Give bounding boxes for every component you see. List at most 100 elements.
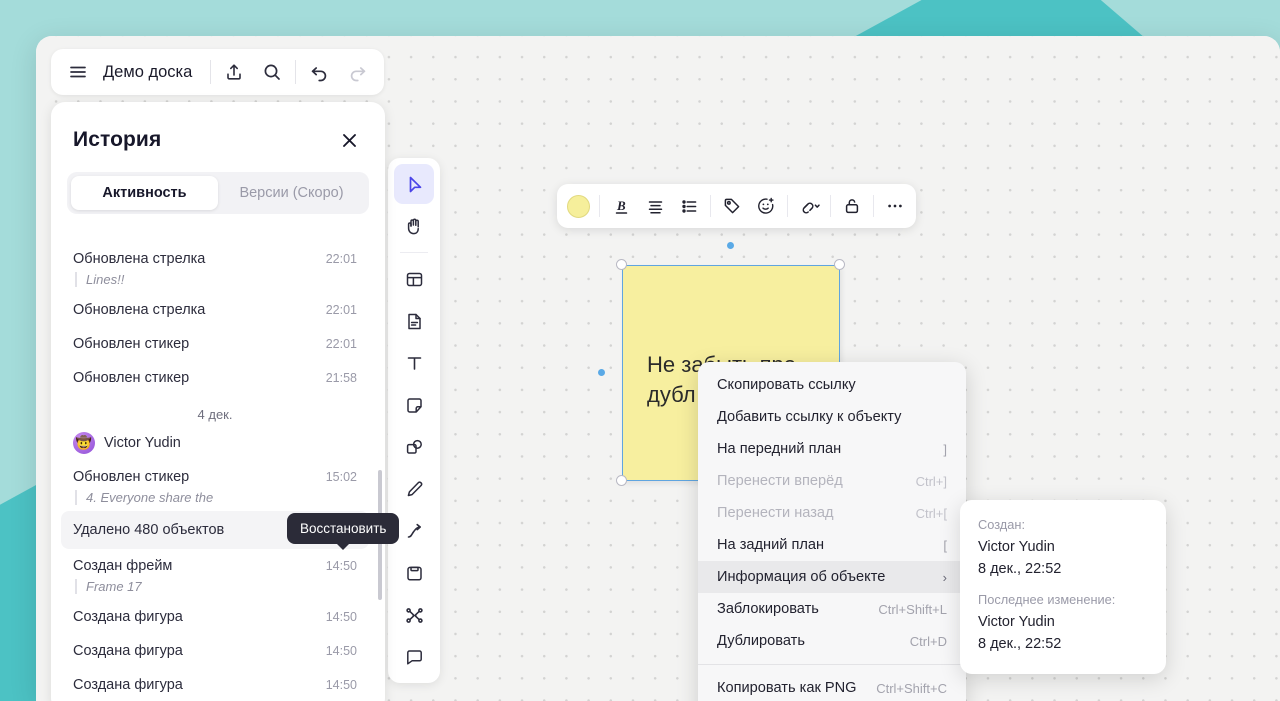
more-options-button[interactable]: [878, 189, 912, 223]
context-menu-item-label: Скопировать ссылку: [717, 377, 856, 393]
context-menu-item-duplicate[interactable]: Дублировать Ctrl+D: [698, 625, 966, 657]
format-divider-2: [710, 195, 711, 217]
history-user-group: 🤠 Victor Yudin: [51, 428, 379, 460]
redo-arrow-icon: [338, 53, 376, 91]
list-item[interactable]: Обновлен стикер 22:01: [61, 327, 369, 361]
undo-arrow-icon[interactable]: [300, 53, 338, 91]
selection-handle-top-right[interactable]: [834, 259, 845, 270]
context-menu-item-shortcut: Ctrl+D: [909, 633, 947, 649]
list-item[interactable]: Обновлена стрелка 22:01: [61, 242, 369, 276]
list-item-time: 14:50: [325, 559, 357, 573]
list-item[interactable]: Обновлена стрелка 22:01: [61, 293, 369, 327]
created-author: Victor Yudin: [978, 539, 1055, 555]
list-item[interactable]: Создана фигура 14:50: [61, 600, 369, 634]
context-menu-item-shortcut: Ctrl+Shift+L: [878, 601, 947, 617]
hamburger-menu-icon[interactable]: [59, 53, 97, 91]
list-item-label: Обновлен стикер: [73, 370, 190, 386]
sticky-note-tool-icon[interactable]: [394, 385, 434, 425]
context-menu-item-shortcut: Ctrl+[: [915, 505, 947, 521]
comment-tool-icon[interactable]: [394, 637, 434, 677]
list-item-label: Создана фигура: [73, 643, 183, 659]
link-button[interactable]: [792, 189, 826, 223]
list-item-label: Создана фигура: [73, 677, 183, 693]
format-divider-4: [830, 195, 831, 217]
context-menu-item-lock[interactable]: Заблокировать Ctrl+Shift+L: [698, 593, 966, 625]
color-swatch-button[interactable]: [561, 189, 595, 223]
pen-draw-tool-icon[interactable]: [394, 469, 434, 509]
history-title: История: [73, 128, 162, 151]
context-menu-item-label: Дублировать: [717, 633, 805, 649]
history-tabs: Активность Версии (Скоро): [67, 172, 369, 214]
tag-label-button[interactable]: [715, 189, 749, 223]
format-divider-1: [599, 195, 600, 217]
created-label: Создан:: [978, 517, 1026, 532]
context-menu-item-copy-link[interactable]: Скопировать ссылку: [698, 369, 966, 401]
list-item-label: Удалено 480 объектов: [73, 522, 225, 538]
bullet-list-button[interactable]: [672, 189, 706, 223]
mindmap-tool-icon[interactable]: [394, 595, 434, 635]
upload-share-icon[interactable]: [215, 53, 253, 91]
modified-author: Victor Yudin: [978, 613, 1055, 630]
tab-activity[interactable]: Активность: [71, 176, 218, 210]
context-menu-item-send-to-back[interactable]: На задний план [: [698, 529, 966, 561]
context-menu-item-label: На задний план: [717, 537, 825, 553]
bold-text-button[interactable]: B: [604, 189, 638, 223]
selection-handle-top-left[interactable]: [616, 259, 627, 270]
list-item-time: 14:50: [325, 610, 357, 624]
context-menu-item-label: Информация об объекте: [717, 569, 886, 585]
modified-label: Последнее изменение:: [978, 591, 1116, 607]
list-item[interactable]: Обновлен стикер 15:02: [61, 460, 369, 494]
tool-divider: [400, 252, 428, 253]
list-item[interactable]: Создана фигура 14:50: [61, 634, 369, 668]
context-menu-item-label: Перенести назад: [717, 505, 834, 521]
context-menu-item-shortcut: ]: [943, 441, 947, 457]
board-title[interactable]: Демо доска: [97, 63, 206, 82]
list-item-time: 14:50: [325, 678, 357, 692]
list-item[interactable]: Обновлен стикер 21:58: [61, 361, 369, 395]
tab-versions[interactable]: Версии (Скоро): [218, 176, 365, 210]
cursor-select-tool-icon[interactable]: [394, 164, 434, 204]
object-info-popover: Создан: Victor Yudin 8 дек., 22:52 После…: [960, 500, 1166, 674]
context-menu-item-object-info[interactable]: Информация об объекте ›: [698, 561, 966, 593]
list-item-time: 14:50: [325, 644, 357, 658]
search-icon[interactable]: [253, 53, 291, 91]
close-icon[interactable]: [335, 126, 363, 154]
app-window: Демо доска История Активность Версии (Ск…: [36, 36, 1280, 701]
list-item-label: Обновлен стикер: [73, 336, 190, 352]
context-menu-item-label: Добавить ссылку к объекту: [717, 409, 902, 425]
list-item-time: 21:58: [325, 371, 357, 385]
left-tool-palette: [388, 158, 440, 683]
list-item[interactable]: Создана фигура 14:50: [61, 668, 369, 701]
context-menu-item-send-backward: Перенести назад Ctrl+[: [698, 497, 966, 529]
list-item-label: Создан фрейм: [73, 558, 173, 574]
list-item-time: 22:01: [325, 303, 357, 317]
text-align-button[interactable]: [638, 189, 672, 223]
modified-date: 8 дек., 22:52: [978, 636, 1062, 653]
connector-line-tool-icon[interactable]: [394, 511, 434, 551]
list-item[interactable]: Создан фрейм 14:50: [61, 549, 369, 583]
list-item-label: Обновлена стрелка: [73, 251, 206, 267]
selection-rotate-dot[interactable]: [727, 242, 734, 249]
context-menu-item-copy-as-png[interactable]: Копировать как PNG Ctrl+Shift+C: [698, 672, 966, 701]
history-panel: История Активность Версии (Скоро) Обновл…: [51, 102, 385, 701]
document-tool-icon[interactable]: [394, 301, 434, 341]
unlock-button[interactable]: [835, 189, 869, 223]
context-menu-item-label: Перенести вперёд: [717, 473, 843, 489]
text-tool-icon[interactable]: [394, 343, 434, 383]
selection-handle-bottom-left[interactable]: [616, 475, 627, 486]
toolbar-divider-1: [210, 60, 212, 84]
context-menu-item-bring-to-front[interactable]: На передний план ]: [698, 433, 966, 465]
emoji-reaction-button[interactable]: [749, 189, 783, 223]
frame-tool-icon[interactable]: [394, 259, 434, 299]
selection-left-dot[interactable]: [598, 369, 605, 376]
history-list[interactable]: Обновлена стрелка 22:01 Lines!! Обновлен…: [51, 242, 385, 701]
list-item-label: Обновлен стикер: [73, 469, 190, 485]
context-menu-item-label: На передний план: [717, 441, 842, 457]
card-tool-icon[interactable]: [394, 553, 434, 593]
context-menu-item-add-link[interactable]: Добавить ссылку к объекту: [698, 401, 966, 433]
context-menu-item-shortcut: Ctrl+Shift+C: [876, 680, 947, 696]
shapes-tool-icon[interactable]: [394, 427, 434, 467]
hand-pan-tool-icon[interactable]: [394, 206, 434, 246]
created-date: 8 дек., 22:52: [978, 561, 1062, 578]
toolbar-divider-2: [295, 60, 297, 84]
